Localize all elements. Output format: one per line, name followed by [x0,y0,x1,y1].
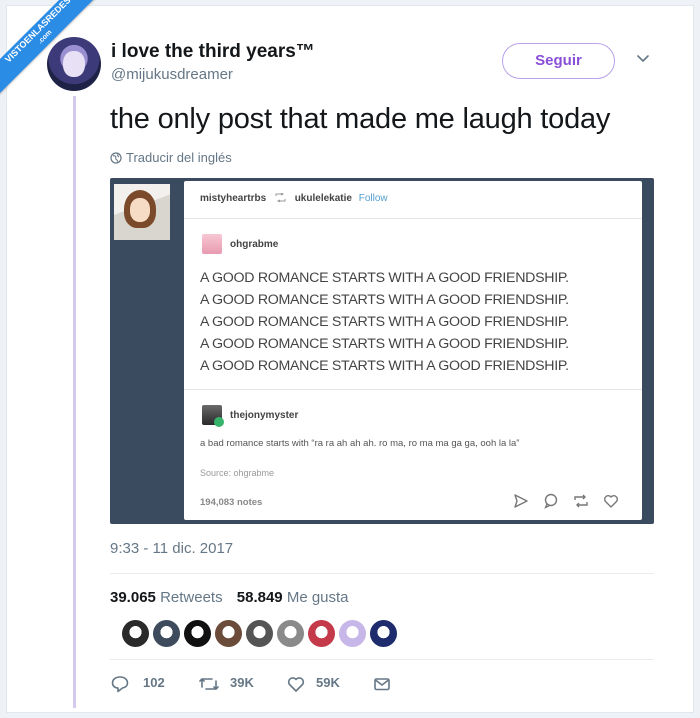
tweet-actions: 102 39K 59K [110,673,410,695]
quote-line: A GOOD ROMANCE STARTS WITH A GOOD FRIEND… [200,314,569,330]
quote-line: A GOOD ROMANCE STARTS WITH A GOOD FRIEND… [200,358,569,374]
chevron-down-icon[interactable] [636,52,650,66]
tweet-timestamp[interactable]: 9:33 - 11 dic. 2017 [110,540,233,557]
retweet-count: 39K [230,675,254,690]
reply-text: a bad romance starts with “ra ra ah ah a… [200,438,520,449]
reblog-badge-icon [214,417,224,427]
watermark-ribbon: VISTOENLASREDES .com [0,0,110,110]
liker-avatar[interactable] [246,620,273,647]
liker-avatar[interactable] [215,620,242,647]
post-divider [184,218,642,219]
follow-button[interactable]: Seguir [502,43,615,79]
tweet-stats: 39.065 Retweets 58.849 Me gusta [110,589,349,606]
like-count: 59K [316,675,340,690]
post-actions [512,492,630,510]
tumblr-post: mistyheartrbs ukulelekatie Follow ohgrab… [184,181,642,520]
thread-line [73,96,76,708]
reply-count: 102 [143,675,165,690]
ohgrabme-avatar [202,234,222,254]
post-source: Source: ohgrabme [200,468,275,478]
liker-avatar[interactable] [122,620,149,647]
tweet-text: the only post that made me laugh today [110,103,611,135]
quote-text: A GOOD ROMANCE STARTS WITH A GOOD FRIEND… [200,267,569,377]
divider [110,659,654,660]
translate-link[interactable]: Traducir del inglés [110,150,232,165]
envelope-icon [374,678,390,691]
tumblr-post-header: mistyheartrbs ukulelekatie Follow [200,193,388,204]
retweets-label[interactable]: Retweets [160,589,223,606]
quote-line: A GOOD ROMANCE STARTS WITH A GOOD FRIEND… [200,270,569,286]
original-user: ohgrabme [230,239,279,250]
quote-line: A GOOD ROMANCE STARTS WITH A GOOD FRIEND… [200,292,569,308]
liker-avatar[interactable] [277,620,304,647]
quote-line: A GOOD ROMANCE STARTS WITH A GOOD FRIEND… [200,336,569,352]
tumblr-reblogged-from: ukulelekatie [294,193,352,204]
likes-count[interactable]: 58.849 [237,589,283,606]
reblog-icon [574,494,588,508]
globe-icon [110,152,122,164]
tumblr-poster: mistyheartrbs [200,193,267,204]
notes-count: 194,083 notes [200,497,263,508]
divider [110,573,654,574]
tumblr-follow-link: Follow [358,193,388,204]
retweets-count[interactable]: 39.065 [110,589,156,606]
liker-avatar[interactable] [153,620,180,647]
likes-label[interactable]: Me gusta [287,589,349,606]
liker-avatar[interactable] [370,620,397,647]
post-divider [184,389,642,390]
heart-icon [287,677,305,692]
liker-avatar[interactable] [339,620,366,647]
watermark-text: VISTOENLASREDES .com [0,0,108,100]
reply-user: thejonymyster [230,410,299,421]
retweet-icon [199,678,219,690]
send-icon [514,494,528,508]
translate-label: Traducir del inglés [126,150,232,165]
author-display-name[interactable]: i love the third years™ [111,41,315,63]
author-handle[interactable]: @mijukusdreamer [111,66,233,83]
tumblr-blog-avatar [114,184,170,240]
watermark-line1: VISTOENLASREDES [2,0,73,65]
heart-icon [604,495,618,508]
liker-avatar[interactable] [184,620,211,647]
liker-avatar[interactable] [308,620,335,647]
reply-icon [111,676,129,693]
reblog-icon [275,193,286,202]
attached-image[interactable]: mistyheartrbs ukulelekatie Follow ohgrab… [110,178,654,524]
reply-bubble-icon [544,493,558,509]
